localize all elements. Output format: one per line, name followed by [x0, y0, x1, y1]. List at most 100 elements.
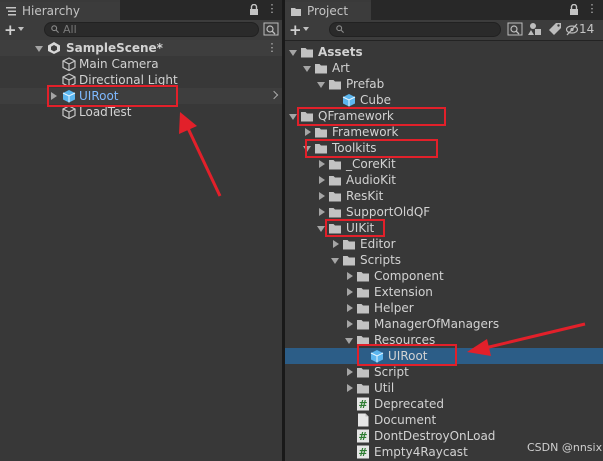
search-by-type-icon[interactable] [262, 21, 280, 38]
project-item-label: ResKit [346, 189, 384, 203]
tab-project[interactable]: Project [285, 0, 371, 20]
label-tag-icon[interactable] [546, 21, 564, 38]
project-item[interactable]: Cube [285, 92, 603, 108]
chevron-right-icon[interactable] [269, 90, 279, 100]
expand-arrow-icon[interactable] [303, 66, 311, 72]
project-item-label: QFramework [318, 109, 394, 123]
folder-icon [357, 288, 369, 298]
lock-icon[interactable] [248, 4, 260, 16]
expand-arrow-icon[interactable] [319, 192, 325, 200]
project-item[interactable]: Document [285, 412, 603, 428]
project-item[interactable]: SupportOldQF [285, 204, 603, 220]
project-item-label: Toolkits [332, 141, 377, 155]
expand-arrow-icon[interactable] [347, 320, 353, 328]
expand-arrow-icon[interactable] [345, 338, 353, 344]
folder-icon [291, 8, 301, 16]
expand-arrow-icon[interactable] [333, 240, 339, 248]
expand-arrow-icon[interactable] [347, 288, 353, 296]
scene-menu-icon[interactable]: ⋮ [266, 42, 278, 54]
project-item[interactable]: Art [285, 60, 603, 76]
folder-icon [329, 192, 341, 202]
svg-text:#: # [358, 446, 367, 459]
folder-icon [357, 272, 369, 282]
hierarchy-item[interactable]: Main Camera [0, 56, 282, 72]
folder-icon [329, 176, 341, 186]
add-button[interactable]: + [4, 21, 17, 39]
expand-arrow-icon[interactable] [289, 114, 297, 120]
chevron-down-icon[interactable] [303, 27, 309, 31]
project-item-label: Document [374, 413, 437, 427]
project-item-label: Empty4Raycast [374, 445, 468, 459]
hierarchy-item[interactable]: LoadTest [0, 104, 282, 120]
expand-arrow-icon[interactable] [319, 208, 325, 216]
project-tabbar: Project ⋮ [285, 0, 603, 20]
project-item[interactable]: UIKit [285, 220, 603, 236]
search-by-type-icon[interactable] [506, 21, 524, 38]
create-button[interactable]: + [289, 21, 302, 39]
project-item[interactable]: ResKit [285, 188, 603, 204]
folder-icon [329, 224, 341, 234]
expand-arrow-icon[interactable] [51, 92, 57, 100]
expand-arrow-icon[interactable] [35, 46, 43, 52]
tab-menu-icon[interactable]: ⋮ [586, 3, 598, 15]
expand-arrow-icon[interactable] [347, 384, 353, 392]
project-item[interactable]: Framework [285, 124, 603, 140]
tab-project-label: Project [307, 4, 349, 18]
project-item[interactable]: # Deprecated [285, 396, 603, 412]
annotation-arrow-icon [467, 322, 586, 356]
hierarchy-tabbar: Hierarchy ⋮ [0, 0, 282, 20]
project-item-label: Extension [374, 285, 433, 299]
folder-icon [357, 304, 369, 314]
lock-icon[interactable] [568, 4, 580, 16]
expand-arrow-icon[interactable] [347, 368, 353, 376]
expand-arrow-icon[interactable] [303, 146, 311, 152]
project-item[interactable]: _CoreKit [285, 156, 603, 172]
folder-icon [301, 112, 313, 122]
expand-arrow-icon[interactable] [317, 82, 325, 88]
folder-icon [315, 64, 327, 74]
expand-arrow-icon[interactable] [331, 258, 339, 264]
project-item-label: SupportOldQF [346, 205, 431, 219]
scene-name: SampleScene* [66, 41, 163, 55]
project-item[interactable]: Assets [285, 44, 603, 60]
tab-menu-icon[interactable]: ⋮ [266, 3, 278, 15]
project-item[interactable]: Prefab [285, 76, 603, 92]
hierarchy-search-input[interactable]: All [44, 22, 259, 37]
filter-by-type-icon[interactable] [526, 21, 544, 38]
expand-arrow-icon[interactable] [347, 304, 353, 312]
gameobject-icon [62, 57, 76, 71]
project-item[interactable]: AudioKit [285, 172, 603, 188]
project-item[interactable]: QFramework [285, 108, 603, 124]
scene-row[interactable]: SampleScene* ⋮ [0, 40, 282, 56]
project-item[interactable]: Util [285, 380, 603, 396]
expand-arrow-icon[interactable] [305, 128, 311, 136]
expand-arrow-icon[interactable] [319, 176, 325, 184]
project-item-label: UIRoot [388, 349, 428, 363]
project-item[interactable]: Script [285, 364, 603, 380]
unity-scene-icon [48, 42, 60, 54]
hierarchy-item-selected[interactable]: UIRoot [0, 88, 282, 104]
project-item[interactable]: Extension [285, 284, 603, 300]
csharp-script-icon: # [357, 445, 369, 459]
tab-hierarchy[interactable]: Hierarchy [0, 0, 120, 20]
expand-arrow-icon[interactable] [347, 272, 353, 280]
folder-icon [343, 256, 355, 266]
project-item[interactable]: Scripts [285, 252, 603, 268]
project-item[interactable]: Toolkits [285, 140, 603, 156]
project-item-label: Editor [360, 237, 396, 251]
expand-arrow-icon[interactable] [317, 226, 325, 232]
project-item[interactable]: Editor [285, 236, 603, 252]
project-item[interactable]: Component [285, 268, 603, 284]
expand-arrow-icon[interactable] [319, 160, 325, 168]
folder-icon [315, 144, 327, 154]
search-icon [51, 25, 59, 33]
hierarchy-item[interactable]: Directional Light [0, 72, 282, 88]
hidden-packages-eye-icon[interactable] [566, 21, 578, 38]
project-search-input[interactable] [329, 22, 501, 37]
project-item[interactable]: Helper [285, 300, 603, 316]
prefab-icon [342, 94, 356, 107]
expand-arrow-icon[interactable] [289, 50, 297, 56]
csharp-script-icon: # [357, 429, 369, 443]
project-item-label: Helper [374, 301, 414, 315]
chevron-down-icon[interactable] [18, 27, 24, 31]
